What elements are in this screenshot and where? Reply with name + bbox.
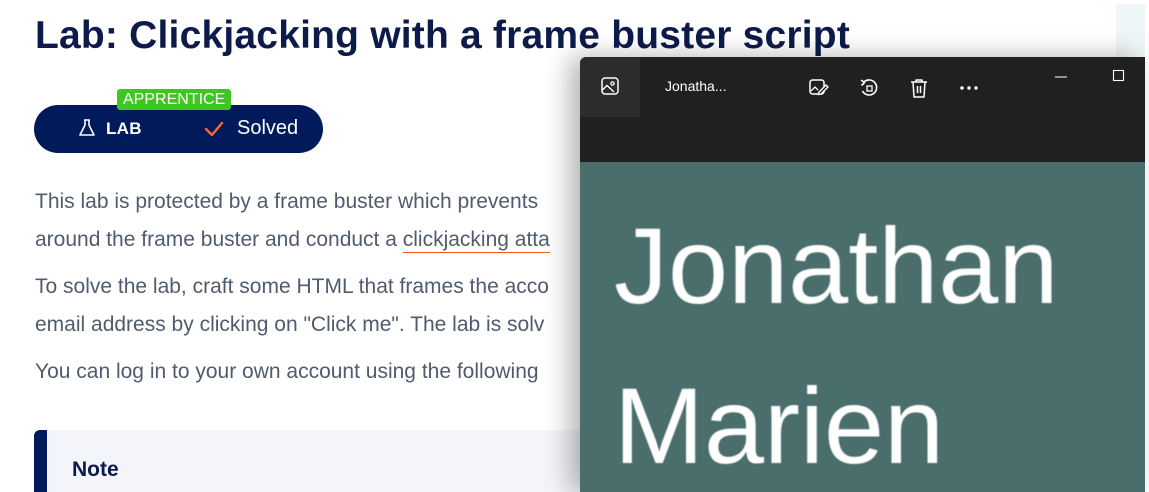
paragraph-line: This lab is protected by a frame buster … xyxy=(35,190,539,213)
photo-viewer-window[interactable]: Jonatha... Jonathan Marien xyxy=(580,57,1145,492)
clickjacking-link[interactable]: clickjacking atta xyxy=(402,228,550,253)
paragraph-line: around the frame buster and conduct a xyxy=(35,228,403,251)
level-badge: APPRENTICE xyxy=(117,89,232,110)
more-icon[interactable] xyxy=(958,77,980,99)
delete-icon[interactable] xyxy=(908,77,930,99)
photo-text-line: Marien xyxy=(614,365,945,486)
edit-image-icon[interactable] xyxy=(807,76,829,98)
paragraph-line: You can log in to your own account using… xyxy=(35,360,539,383)
note-box xyxy=(34,430,607,492)
image-title: Jonatha... xyxy=(665,78,727,94)
flask-icon xyxy=(79,119,95,136)
photo-text-line: Jonathan xyxy=(614,205,1059,326)
gallery-button[interactable] xyxy=(580,57,640,117)
page-title: Lab: Clickjacking with a frame buster sc… xyxy=(35,14,851,57)
solved-status: Solved xyxy=(237,117,299,139)
note-title: Note xyxy=(72,458,119,481)
intro-paragraph: This lab is protected by a frame buster … xyxy=(35,183,550,259)
lab-label: LAB xyxy=(106,119,142,138)
credentials-paragraph: You can log in to your own account using… xyxy=(35,353,539,391)
paragraph-line: email address by clicking on "Click me".… xyxy=(35,313,545,336)
gallery-icon xyxy=(601,77,619,95)
check-icon xyxy=(204,121,224,137)
paragraph-line: To solve the lab, craft some HTML that f… xyxy=(35,275,549,298)
instructions-paragraph: To solve the lab, craft some HTML that f… xyxy=(35,268,549,344)
maximize-icon[interactable] xyxy=(1112,69,1126,83)
minimize-icon[interactable] xyxy=(1054,70,1068,84)
photo-canvas: Jonathan Marien xyxy=(580,162,1145,492)
rotate-icon[interactable] xyxy=(858,77,880,99)
